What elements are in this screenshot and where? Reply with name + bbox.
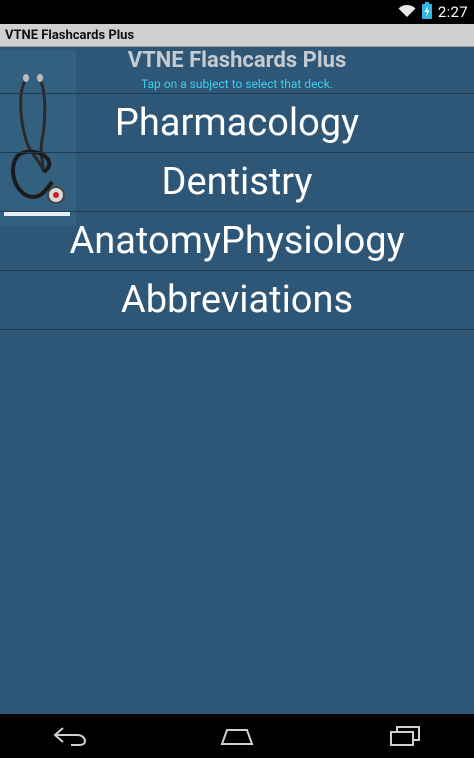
status-time: 2:27 <box>437 3 468 21</box>
subject-abbreviations[interactable]: Abbreviations <box>0 270 474 330</box>
recents-icon[interactable] <box>385 724 425 748</box>
home-icon[interactable] <box>217 724 257 748</box>
status-icons: 2:27 <box>398 0 468 24</box>
status-bar: 2:27 <box>0 0 474 24</box>
subject-dentistry[interactable]: Dentistry <box>0 152 474 211</box>
back-icon[interactable] <box>50 724 90 748</box>
screen: 2:27 VTNE Flashcards Plus VTNE Flashcard… <box>0 0 474 758</box>
app-title-bar: VTNE Flashcards Plus <box>0 24 474 47</box>
wifi-icon <box>398 3 416 22</box>
battery-charging-icon <box>421 1 432 23</box>
subject-pharmacology[interactable]: Pharmacology <box>0 93 474 152</box>
deck-title: VTNE Flashcards Plus <box>127 48 347 73</box>
app-title: VTNE Flashcards Plus <box>5 27 135 43</box>
deck-subtitle: Tap on a subject to select that deck. <box>141 77 333 91</box>
navigation-bar <box>0 714 474 758</box>
subject-anatomyphysiology[interactable]: AnatomyPhysiology <box>0 211 474 270</box>
subject-list: Pharmacology Dentistry AnatomyPhysiology… <box>0 93 474 330</box>
